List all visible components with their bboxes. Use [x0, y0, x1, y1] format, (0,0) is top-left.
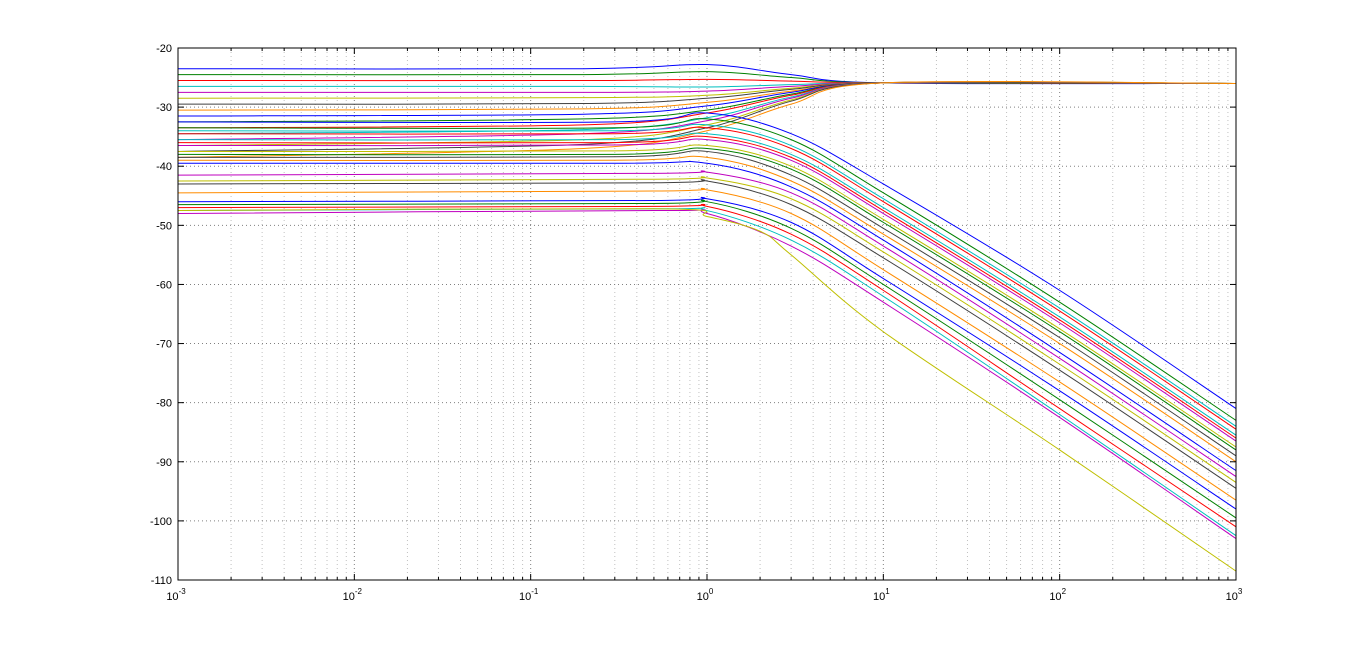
y-tick-label: -20 [156, 43, 172, 55]
y-tick-label: -70 [156, 339, 172, 351]
y-tick-label: -30 [156, 102, 172, 114]
y-tick-label: -80 [156, 398, 172, 410]
y-tick-label: -100 [150, 516, 172, 528]
y-tick-label: -40 [156, 161, 172, 173]
y-tick-label: -110 [151, 575, 172, 587]
bode-magnitude-chart: -20-30-40-50-60-70-80-90-100-110 10-3 10-… [0, 0, 1366, 652]
y-tick-label: -60 [156, 279, 172, 291]
y-tick-label: -50 [156, 220, 172, 232]
y-tick-label: -90 [156, 457, 172, 469]
